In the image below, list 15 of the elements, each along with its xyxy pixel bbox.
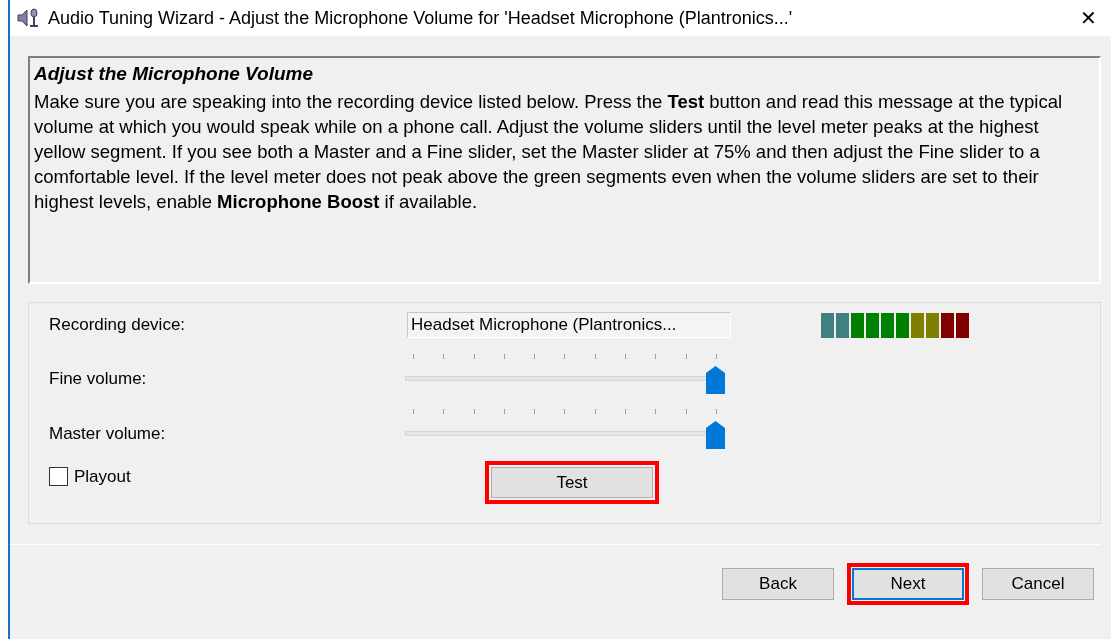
speaker-microphone-icon: [16, 7, 40, 29]
recording-device-label: Recording device:: [49, 314, 187, 337]
wizard-button[interactable]: Cancel: [982, 568, 1094, 600]
test-button[interactable]: Test: [491, 467, 653, 498]
playout-label: Playout: [74, 465, 131, 488]
slider-label: Master volume:: [49, 423, 167, 446]
instructions-text: Make sure you are speaking into the recording device listed below. Press the Test button and read this message at the typical volume at which you would speak while on a phone call. Adjust the volume sliders until the level meter peaks at the highest yellow segment. If you see both a Master and a Fine slider, set the Master slider at 75% and then adjust the Fine slider to a comfortable level. If the level meter does not peak above the green segments even when the volume sliders are set to their highest levels, enable Microphone Boost if available.: [34, 90, 1064, 214]
window-title: Audio Tuning Wizard - Adjust the Microphone Volume for 'Headset Microphone (Plantronics...': [48, 6, 794, 30]
wizard-button[interactable]: Next: [852, 568, 964, 600]
playout-checkbox[interactable]: [49, 467, 68, 486]
instructions-heading: Adjust the Microphone Volume: [34, 62, 315, 86]
slider-label: Fine volume:: [49, 368, 148, 391]
wizard-button[interactable]: Back: [722, 568, 834, 600]
close-button[interactable]: ✕: [1080, 8, 1097, 28]
recording-device-field[interactable]: Headset Microphone (Plantronics...: [407, 312, 731, 338]
